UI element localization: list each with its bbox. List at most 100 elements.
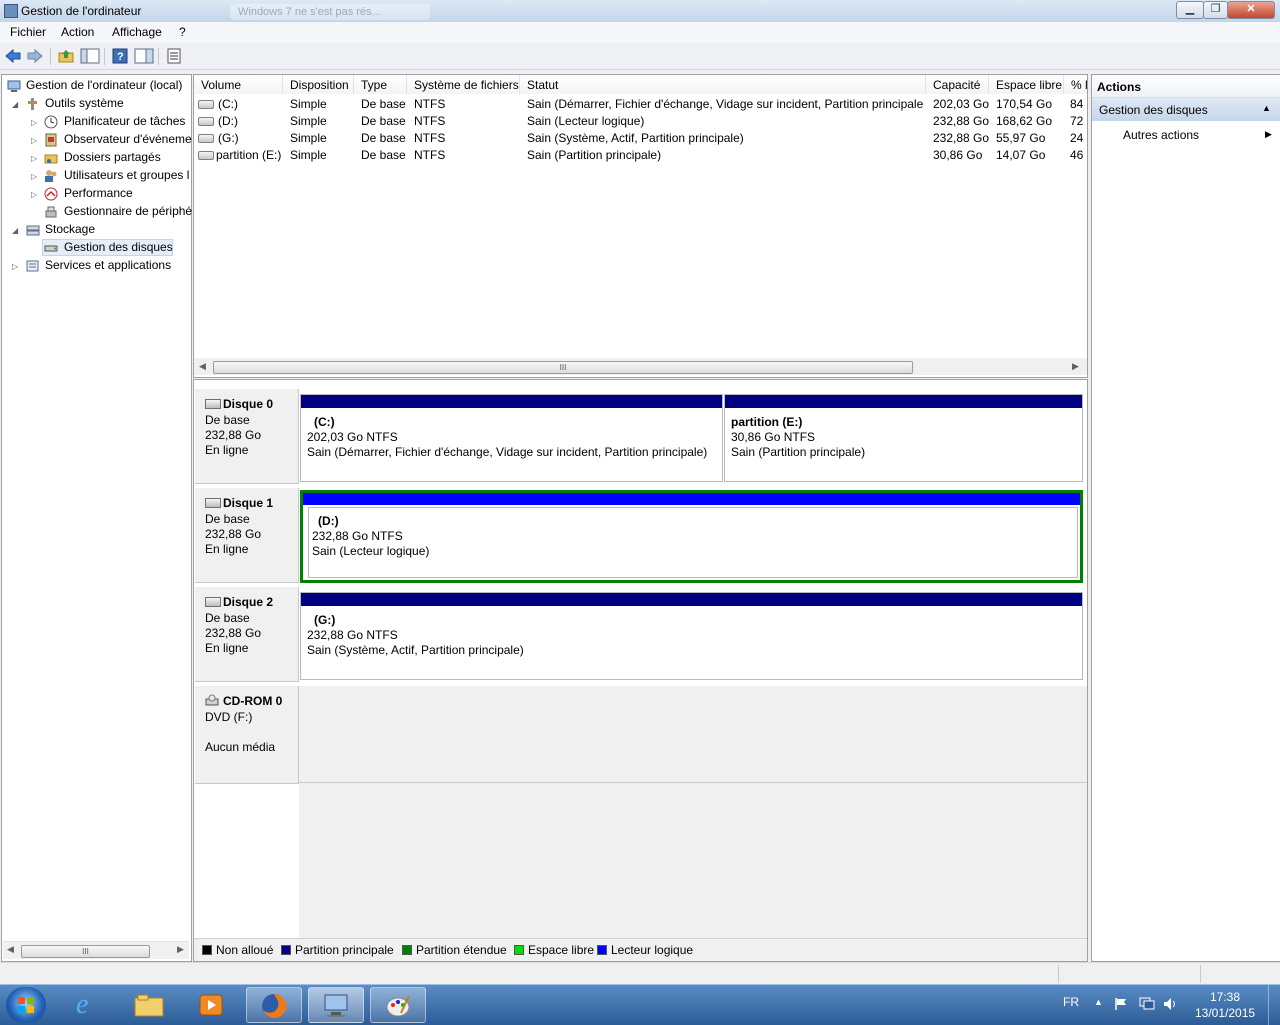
cell-free-space: 14,07 Go <box>996 148 1046 162</box>
list-scroll-thumb[interactable]: III <box>213 361 913 374</box>
taskbar-computer-management[interactable] <box>308 987 364 1023</box>
scroll-left-arrow-icon[interactable]: ◀ <box>199 361 206 372</box>
tree-horizontal-scrollbar[interactable]: ◀ III ▶ <box>3 941 189 959</box>
cell-type: De base <box>361 131 406 145</box>
tree-item-users-groups[interactable]: Utilisateurs et groupes l <box>64 168 189 182</box>
firefox-icon <box>262 993 287 1018</box>
column-header-disposition[interactable]: Disposition <box>283 75 354 94</box>
minimize-button[interactable]: ▁ <box>1176 1 1204 19</box>
title-bar[interactable]: Gestion de l'ordinateur Windows 7 ne s'e… <box>0 0 1280 23</box>
column-header-percent-free[interactable]: % l <box>1064 75 1087 94</box>
actions-section-disk-management[interactable]: Gestion des disques ▲ <box>1092 98 1280 121</box>
disk-name: Disque 2 <box>223 595 274 609</box>
disk-0-label[interactable]: Disque 0 De base 232,88 Go En ligne <box>195 389 299 484</box>
tree-item-storage[interactable]: Stockage <box>45 222 95 236</box>
disk-type: De base <box>205 413 250 427</box>
network-icon[interactable] <box>1139 997 1155 1011</box>
table-row[interactable]: partition (E:) Simple De base NTFS Sain … <box>194 146 1087 163</box>
column-header-filesystem[interactable]: Système de fichiers <box>407 75 520 94</box>
close-button[interactable]: ✕ <box>1227 1 1275 19</box>
cell-free-space: 168,62 Go <box>996 114 1053 128</box>
actions-header: Actions <box>1092 75 1280 98</box>
menu-fichier[interactable]: Fichier <box>10 25 46 39</box>
action-more-actions[interactable]: Autres actions ▶ <box>1092 125 1280 145</box>
scroll-left-arrow-icon[interactable]: ◀ <box>7 944 14 955</box>
cell-status: Sain (Démarrer, Fichier d'échange, Vidag… <box>527 97 923 111</box>
show-desktop-button[interactable] <box>1268 985 1280 1025</box>
help-icon[interactable]: ? <box>112 48 128 64</box>
volume-list: Volume Disposition Type Système de fichi… <box>193 74 1088 378</box>
disk-1-label[interactable]: Disque 1 De base 232,88 Go En ligne <box>195 488 299 583</box>
tree-item-shared-folders[interactable]: Dossiers partagés <box>64 150 161 164</box>
column-header-volume[interactable]: Volume <box>194 75 283 94</box>
collapse-arrow-icon[interactable]: ◢ <box>12 226 18 235</box>
cell-capacity: 30,86 Go <box>933 148 983 162</box>
menu-action[interactable]: Action <box>61 25 94 39</box>
disk-2-label[interactable]: Disque 2 De base 232,88 Go En ligne <box>195 587 299 682</box>
extended-partition[interactable]: (D:) 232,88 Go NTFS Sain (Lecteur logiqu… <box>300 490 1083 583</box>
column-header-capacity[interactable]: Capacité <box>926 75 989 94</box>
taskbar-media-player[interactable] <box>184 987 240 1023</box>
taskbar-paint[interactable] <box>370 987 426 1023</box>
cdrom-label[interactable]: CD-ROM 0 DVD (F:) Aucun média <box>195 686 299 784</box>
column-header-type[interactable]: Type <box>354 75 407 94</box>
legend-swatch-extended <box>402 945 412 955</box>
expand-arrow-icon[interactable]: ▷ <box>31 118 37 127</box>
properties-icon[interactable] <box>166 48 182 64</box>
scroll-right-arrow-icon[interactable]: ▶ <box>177 944 184 955</box>
expand-arrow-icon[interactable]: ▷ <box>31 136 37 145</box>
partition-d[interactable] <box>308 507 1078 578</box>
start-button[interactable] <box>6 987 46 1023</box>
show-hide-action-pane-icon[interactable] <box>134 48 154 64</box>
taskbar-firefox[interactable] <box>246 987 302 1023</box>
list-horizontal-scrollbar[interactable]: ◀ III ▶ <box>194 358 1087 375</box>
tree-item-event-viewer[interactable]: Observateur d'événeme <box>64 132 192 146</box>
legend-label: Non alloué <box>216 943 274 957</box>
clock-date[interactable]: 13/01/2015 <box>1195 1006 1255 1020</box>
logical-drive-header-bar <box>303 493 1080 505</box>
cell-disposition: Simple <box>290 131 327 145</box>
up-folder-icon[interactable] <box>58 48 74 64</box>
menu-affichage[interactable]: Affichage <box>112 25 162 39</box>
tree-item-device-manager[interactable]: Gestionnaire de périphé <box>64 204 192 218</box>
volume-speaker-icon[interactable] <box>1162 996 1178 1012</box>
expand-arrow-icon[interactable]: ▷ <box>31 172 37 181</box>
expand-arrow-icon[interactable]: ▷ <box>31 154 37 163</box>
tree-item-task-scheduler[interactable]: Planificateur de tâches <box>64 114 185 128</box>
language-indicator[interactable]: FR <box>1063 995 1079 1009</box>
column-header-free-space[interactable]: Espace libre <box>989 75 1064 94</box>
partition-c[interactable]: (C:) 202,03 Go NTFS Sain (Démarrer, Fich… <box>300 394 723 482</box>
menu-help[interactable]: ? <box>179 25 186 39</box>
collapse-up-icon[interactable]: ▲ <box>1262 103 1271 113</box>
partition-e[interactable]: partition (E:) 30,86 Go NTFS Sain (Parti… <box>724 394 1083 482</box>
table-row[interactable]: (C:) Simple De base NTFS Sain (Démarrer,… <box>194 95 1087 112</box>
taskbar-explorer[interactable] <box>122 987 178 1023</box>
maximize-button[interactable]: ❐ <box>1203 1 1228 19</box>
tree-scroll-thumb[interactable]: III <box>21 945 150 958</box>
show-hide-tree-icon[interactable] <box>80 48 100 64</box>
tree-root[interactable]: Gestion de l'ordinateur (local) <box>26 78 182 92</box>
tree-item-performance[interactable]: Performance <box>64 186 133 200</box>
column-header-status[interactable]: Statut <box>520 75 926 94</box>
navigation-tree: Gestion de l'ordinateur (local) ◢ Outils… <box>1 74 192 962</box>
table-row[interactable]: (D:) Simple De base NTFS Sain (Lecteur l… <box>194 112 1087 129</box>
table-row[interactable]: (G:) Simple De base NTFS Sain (Système, … <box>194 129 1087 146</box>
show-hidden-icons-icon[interactable]: ▲ <box>1094 997 1103 1007</box>
back-arrow-icon[interactable] <box>5 48 21 64</box>
taskbar-internet-explorer[interactable]: e <box>60 987 116 1023</box>
expand-arrow-icon[interactable]: ▷ <box>31 190 37 199</box>
tree-item-disk-management[interactable]: Gestion des disques <box>64 240 173 254</box>
cell-type: De base <box>361 148 406 162</box>
partition-size: 232,88 Go NTFS <box>312 529 403 543</box>
scroll-right-arrow-icon[interactable]: ▶ <box>1072 361 1079 372</box>
action-center-flag-icon[interactable] <box>1114 997 1128 1011</box>
partition-g[interactable]: (G:) 232,88 Go NTFS Sain (Système, Actif… <box>300 592 1083 680</box>
cell-status: Sain (Lecteur logique) <box>527 114 645 128</box>
forward-arrow-icon[interactable] <box>27 48 43 64</box>
tree-item-services[interactable]: Services et applications <box>45 258 171 272</box>
clock-time[interactable]: 17:38 <box>1210 990 1240 1004</box>
disk-size: 232,88 Go <box>205 527 262 541</box>
expand-arrow-icon[interactable]: ▷ <box>12 262 18 271</box>
collapse-arrow-icon[interactable]: ◢ <box>12 100 18 109</box>
tree-item-system-tools[interactable]: Outils système <box>45 96 124 110</box>
